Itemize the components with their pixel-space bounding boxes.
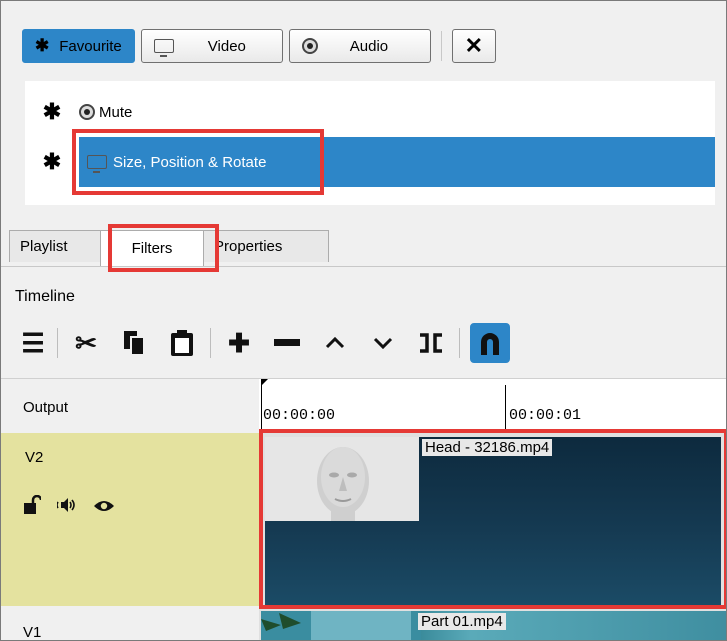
paste-icon[interactable] [158,319,206,367]
tab-filters[interactable]: Filters [100,230,204,266]
ruler-tick [261,385,262,433]
track-name: V1 [23,624,42,641]
track-name: V2 [25,449,44,466]
clip-thumbnail [261,611,421,640]
ruler-timecode: 00:00:00 [263,407,336,424]
favourite-label: Favourite [59,37,122,55]
filter-category-bar: ✱ Favourite Video Audio ✕ [22,26,496,66]
output-label: Output [23,399,69,416]
close-button[interactable]: ✕ [451,29,496,63]
close-icon: ✕ [464,33,483,58]
clip-thumbnail [265,437,419,521]
track-headers: Output V2 V1 [1,378,259,641]
audio-icon [79,104,95,120]
monitor-icon [87,155,107,173]
menu-icon[interactable]: ☰ [13,319,53,367]
filter-label-wrap: Size, Position & Rotate [79,137,715,187]
timeline-title: Timeline [15,288,75,305]
overwrite-icon[interactable] [359,319,407,367]
clip-title: Head - 32186.mp4 [422,439,553,456]
tab-label: Playlist [20,238,68,255]
tab-divider [1,266,726,267]
filter-label-wrap: Mute [79,87,132,137]
asterisk-icon: ✱ [35,36,50,55]
clip[interactable]: Head - 32186.mp4 [265,437,721,605]
favourite-button[interactable]: ✱ Favourite [22,29,135,63]
copy-icon[interactable] [110,319,158,367]
monitor-icon [153,39,174,57]
filter-label: Size, Position & Rotate [113,153,267,171]
remove-icon[interactable] [263,319,311,367]
cut-icon[interactable]: ✂ [62,319,110,367]
toolbar-separator [210,328,211,358]
tab-bar: Playlist Filters Properties [9,230,329,266]
snap-icon[interactable] [470,323,510,363]
asterisk-icon: ✱ [42,99,62,124]
video-label: Video [207,37,246,55]
clip[interactable]: Part 01.mp4 [261,611,726,640]
track-lane-v2: Head - 32186.mp4 [259,433,726,606]
tab-label: Filters [131,240,173,257]
lift-icon[interactable] [311,319,359,367]
clip-title: Part 01.mp4 [418,613,506,630]
ruler-tick [505,385,506,433]
track-header-v2[interactable]: V2 [1,433,259,606]
filter-item-mute[interactable]: ✱ Mute [25,87,715,137]
filters-panel: ✱ Favourite Video Audio ✕ ✱ Mute ✱ Size,… [0,0,727,641]
eye-icon[interactable] [93,497,115,518]
filter-label: Mute [99,103,133,121]
mute-speaker-icon[interactable] [56,497,77,518]
lock-icon[interactable] [23,494,43,520]
track-lane-v1: Part 01.mp4 [259,609,726,640]
track-controls [23,494,115,520]
filter-item-size-position-rotate[interactable]: ✱ Size, Position & Rotate [25,137,715,187]
output-header[interactable]: Output [1,378,259,434]
tab-properties[interactable]: Properties [203,230,329,262]
audio-icon [301,38,318,54]
filter-list: ✱ Mute ✱ Size, Position & Rotate [25,81,715,205]
timeline-toolbar: ☰ ✂ ✚ [13,317,510,369]
audio-button[interactable]: Audio [288,29,431,63]
timeline-ruler[interactable]: 00:00:00 00:00:01 [259,378,726,434]
toolbar-separator [57,328,58,358]
audio-label: Audio [349,37,389,55]
playhead-marker[interactable] [261,379,268,386]
append-icon[interactable]: ✚ [215,319,263,367]
asterisk-icon: ✱ [42,149,62,174]
toolbar-separator [459,328,460,358]
ruler-timecode: 00:00:01 [509,407,582,424]
toolbar-separator [440,31,442,61]
video-button[interactable]: Video [140,29,283,63]
tab-label: Properties [214,238,283,255]
split-icon[interactable] [407,319,455,367]
track-header-v1[interactable]: V1 [1,610,259,641]
tab-playlist[interactable]: Playlist [9,230,101,262]
